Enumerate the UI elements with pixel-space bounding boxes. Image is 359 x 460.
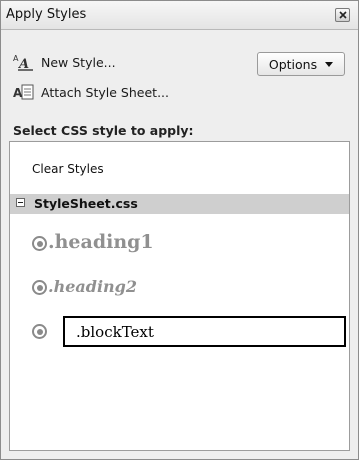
select-style-heading: Select CSS style to apply: bbox=[13, 123, 194, 138]
style-radio-icon bbox=[32, 236, 47, 251]
options-label: Options bbox=[268, 56, 318, 72]
svg-text:A: A bbox=[17, 57, 29, 71]
chevron-down-icon bbox=[325, 61, 334, 67]
panel-title: Apply Styles bbox=[6, 7, 87, 22]
new-style-link[interactable]: A A New Style... bbox=[13, 51, 116, 73]
style-list[interactable]: Clear Styles StyleSheet.css .heading1 .h… bbox=[9, 141, 350, 451]
stylesheet-group-header[interactable]: StyleSheet.css bbox=[10, 194, 349, 214]
style-name: .heading1 bbox=[48, 231, 154, 253]
collapse-icon[interactable] bbox=[16, 198, 25, 207]
style-radio-icon bbox=[32, 280, 47, 295]
close-icon bbox=[339, 11, 347, 19]
style-item-heading2[interactable]: .heading2 bbox=[10, 272, 349, 304]
clear-styles-item[interactable]: Clear Styles bbox=[32, 162, 104, 176]
options-button[interactable]: Options bbox=[257, 52, 345, 76]
panel-titlebar: Apply Styles bbox=[1, 1, 358, 30]
new-style-icon: A A bbox=[13, 53, 35, 72]
style-radio-icon bbox=[32, 324, 47, 339]
new-style-label: New Style... bbox=[41, 54, 116, 70]
selected-style-box[interactable]: .blockText bbox=[63, 316, 346, 347]
attach-stylesheet-icon: A bbox=[13, 83, 35, 101]
style-name: .blockText bbox=[76, 323, 154, 341]
style-name: .heading2 bbox=[48, 277, 137, 296]
close-button[interactable] bbox=[335, 8, 350, 22]
attach-style-sheet-label: Attach Style Sheet... bbox=[41, 84, 169, 100]
svg-text:A: A bbox=[13, 86, 23, 100]
style-item-blocktext[interactable]: .blockText bbox=[10, 312, 349, 350]
attach-style-sheet-link[interactable]: A Attach Style Sheet... bbox=[13, 81, 169, 103]
apply-styles-panel: Apply Styles A A New Style... A Attach S… bbox=[0, 0, 359, 460]
style-item-heading1[interactable]: .heading1 bbox=[10, 228, 349, 260]
stylesheet-name: StyleSheet.css bbox=[34, 196, 138, 211]
